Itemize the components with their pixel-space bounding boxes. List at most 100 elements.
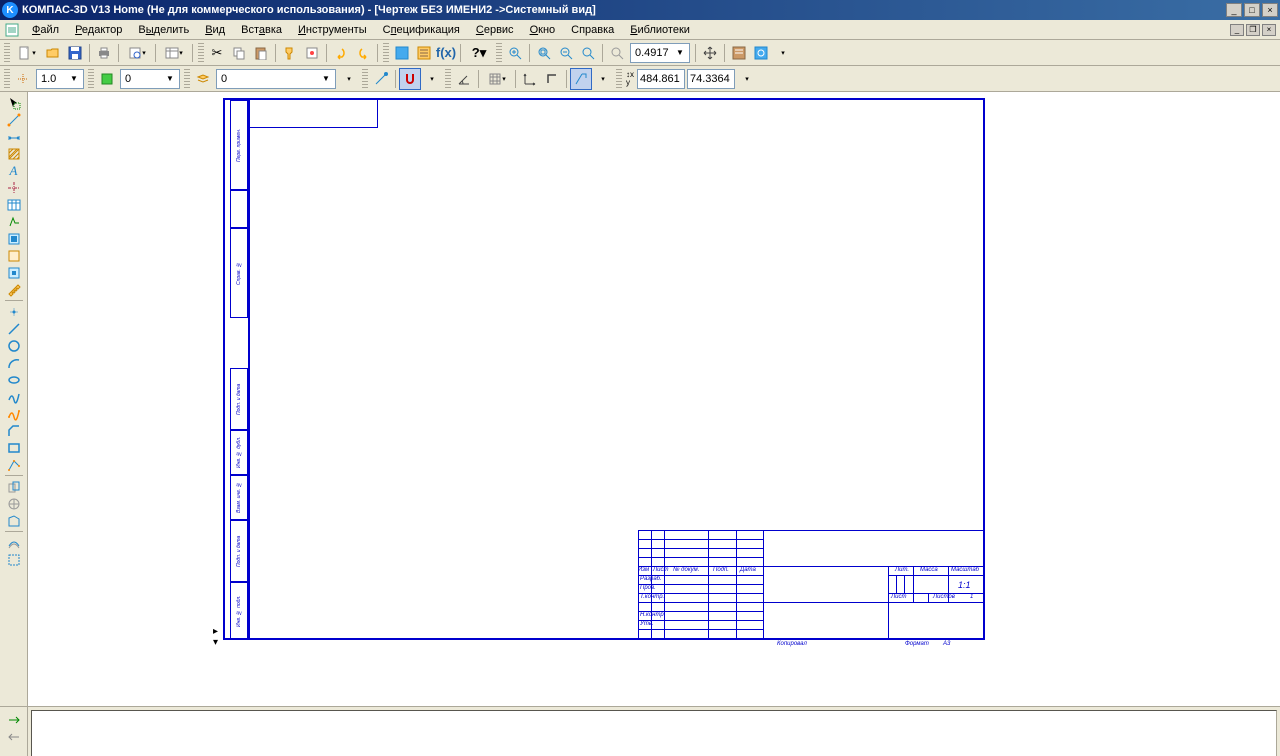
toolbar-grip[interactable]	[496, 43, 502, 63]
toolbar-grip[interactable]	[445, 69, 451, 89]
ortho-button[interactable]	[541, 68, 563, 90]
msg-btn1[interactable]	[3, 711, 25, 728]
preview-button[interactable]: ▾	[122, 42, 152, 64]
menu-service[interactable]: Сервис	[468, 22, 522, 38]
menu-window[interactable]: Окно	[522, 22, 564, 38]
undo-button[interactable]	[330, 42, 352, 64]
menu-select[interactable]: Выделить	[130, 22, 197, 38]
menu-editor[interactable]: Редактор	[67, 22, 130, 38]
step-button[interactable]	[12, 68, 34, 90]
contour-tool[interactable]	[3, 512, 25, 529]
lcs-button[interactable]	[519, 68, 541, 90]
menu-help[interactable]: Справка	[563, 22, 622, 38]
close-button[interactable]: ×	[1262, 3, 1278, 17]
format-painter-button[interactable]	[279, 42, 301, 64]
toolbar-overflow-icon[interactable]: ▾	[772, 42, 794, 64]
menu-spec[interactable]: Спецификация	[375, 22, 468, 38]
save-button[interactable]	[64, 42, 86, 64]
paste-button[interactable]	[250, 42, 272, 64]
mdi-restore-button[interactable]: ❐	[1246, 24, 1260, 36]
help-button[interactable]: ?▾	[464, 42, 494, 64]
zoom-combo[interactable]: 0.4917 ▼	[630, 43, 690, 63]
copy-button[interactable]	[228, 42, 250, 64]
coord-x-input[interactable]	[637, 69, 685, 89]
collect-tool[interactable]	[3, 551, 25, 568]
message-box[interactable]	[31, 710, 1277, 756]
circle-tool[interactable]	[3, 337, 25, 354]
redo-button[interactable]	[352, 42, 374, 64]
analysis-tool[interactable]	[3, 495, 25, 512]
toolbar-overflow-icon[interactable]: ▾	[736, 68, 758, 90]
mdi-minimize-button[interactable]: _	[1230, 24, 1244, 36]
toolbar-grip[interactable]	[4, 43, 10, 63]
select-tool[interactable]	[3, 94, 25, 111]
chamfer-tool[interactable]	[3, 422, 25, 439]
round-button[interactable]	[570, 68, 592, 90]
grid-button[interactable]: ▾	[482, 68, 512, 90]
zoom-prev-button[interactable]	[606, 42, 628, 64]
mdi-close-button[interactable]: ×	[1262, 24, 1276, 36]
arc-tool[interactable]	[3, 354, 25, 371]
pan-button[interactable]	[699, 42, 721, 64]
param-tool[interactable]	[3, 264, 25, 281]
bezier-tool[interactable]	[3, 405, 25, 422]
state-combo[interactable]: 0 ▼	[120, 69, 180, 89]
state-button[interactable]	[96, 68, 118, 90]
snap-end-button[interactable]	[370, 68, 392, 90]
snap-toggle-button[interactable]	[399, 68, 421, 90]
menu-insert[interactable]: Вставка	[233, 22, 290, 38]
dimension-tool[interactable]	[3, 128, 25, 145]
angle-snap-button[interactable]	[453, 68, 475, 90]
toolbar-grip[interactable]	[616, 69, 622, 89]
fx-button[interactable]: f(x)	[435, 42, 457, 64]
zoom-fit-button[interactable]	[533, 42, 555, 64]
toolbar-grip[interactable]	[184, 69, 190, 89]
toolbar-grip[interactable]	[4, 69, 10, 89]
ellipse-tool[interactable]	[3, 371, 25, 388]
autoline-tool[interactable]	[3, 456, 25, 473]
print-button[interactable]	[93, 42, 115, 64]
toolbar-grip[interactable]	[362, 69, 368, 89]
properties-button[interactable]: ▾	[159, 42, 189, 64]
toolbar-grip[interactable]	[383, 43, 389, 63]
canvas[interactable]: Перв. примен. Справ. № Подп. и дата Инв.…	[28, 92, 1280, 706]
rect-tool[interactable]	[3, 439, 25, 456]
zoom-out-button[interactable]	[555, 42, 577, 64]
maximize-button[interactable]: □	[1244, 3, 1260, 17]
equidistant-tool[interactable]	[3, 534, 25, 551]
menu-tools[interactable]: Инструменты	[290, 22, 375, 38]
layer-combo[interactable]: 0 ▼	[216, 69, 336, 89]
point-tool[interactable]	[3, 303, 25, 320]
toolbar-overflow-icon[interactable]: ▾	[592, 68, 614, 90]
menu-view[interactable]: Вид	[197, 22, 233, 38]
line-tool[interactable]	[3, 111, 25, 128]
roughness-tool[interactable]	[3, 213, 25, 230]
view-tool[interactable]	[3, 230, 25, 247]
layer-button[interactable]	[192, 68, 214, 90]
segment-tool[interactable]	[3, 320, 25, 337]
toolbar-overflow-icon[interactable]: ▾	[338, 68, 360, 90]
toolbar-overflow-icon[interactable]: ▾	[421, 68, 443, 90]
open-button[interactable]	[42, 42, 64, 64]
minimize-button[interactable]: _	[1226, 3, 1242, 17]
hatch-tool[interactable]	[3, 145, 25, 162]
refresh-button[interactable]	[750, 42, 772, 64]
variables-button[interactable]	[413, 42, 435, 64]
spline-tool[interactable]	[3, 388, 25, 405]
zoom-window-button[interactable]	[577, 42, 599, 64]
measure-tool[interactable]	[3, 281, 25, 298]
menu-libs[interactable]: Библиотеки	[622, 22, 698, 38]
axis-tool[interactable]	[3, 179, 25, 196]
properties-copy-button[interactable]	[301, 42, 323, 64]
zoom-in-button[interactable]	[504, 42, 526, 64]
copy-geom-tool[interactable]	[3, 478, 25, 495]
table-tool[interactable]	[3, 196, 25, 213]
step-combo[interactable]: 1.0 ▼	[36, 69, 84, 89]
coord-y-input[interactable]	[687, 69, 735, 89]
text-tool[interactable]: A	[3, 162, 25, 179]
cut-button[interactable]: ✂	[206, 42, 228, 64]
toolbar-grip[interactable]	[88, 69, 94, 89]
toolbar-grip[interactable]	[198, 43, 204, 63]
edit-tool[interactable]	[3, 247, 25, 264]
msg-btn2[interactable]	[3, 728, 25, 745]
